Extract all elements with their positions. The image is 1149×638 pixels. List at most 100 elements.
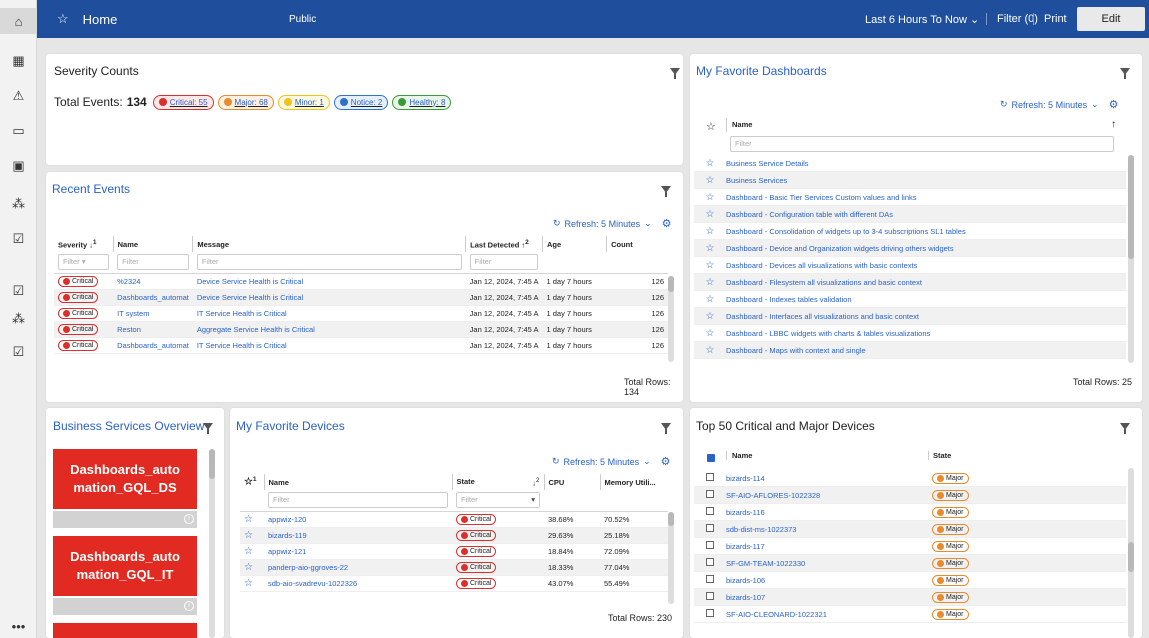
star-icon[interactable]: ☆ [694,226,726,237]
list-item[interactable]: ☆ Dashboard - Consolidation of widgets up… [694,223,1126,240]
list-item[interactable]: ☆ Dashboard - Configuration table with di… [694,206,1126,223]
column-header-message[interactable]: Message [192,236,466,252]
dashboard-link[interactable]: Dashboard - Basic Tier Services Custom v… [726,193,917,202]
hierarchy-icon[interactable]: ⁂ [0,193,37,215]
name-cell[interactable]: appwiz-120 [264,511,452,528]
device-link[interactable]: sdb-dist-ms-1022373 [726,525,932,534]
home-breadcrumb[interactable]: ☆ Home [57,11,117,27]
row-checkbox[interactable] [706,490,714,498]
column-header-state[interactable]: State ↓2 [451,474,544,490]
list-item[interactable]: ☆ Dashboard - Indexes tables validation [694,291,1126,308]
print-button[interactable]: Print [1033,13,1067,25]
scrollbar[interactable] [668,512,674,604]
star-icon[interactable]: ☆ [694,175,726,186]
last-detected-filter-input[interactable]: Filter [469,254,539,271]
select-all-checkbox[interactable] [707,454,715,462]
message-cell[interactable]: Device Service Health is Critical [192,289,466,306]
row-checkbox[interactable] [706,507,714,515]
briefcase-icon[interactable]: ▣ [0,155,37,177]
column-header-memory[interactable]: Memory Utili... [599,474,668,490]
table-row[interactable]: ☆ panderp-aio-ggroves-22 Critical 18.33% 77.… [240,559,668,576]
widget-title[interactable]: Recent Events [52,182,130,196]
device-link[interactable]: bizards-116 [726,508,932,517]
name-filter-input[interactable]: Filter [268,492,448,509]
dashboard-link[interactable]: Dashboard - Indexes tables validation [726,295,852,304]
table-row[interactable]: ☆ sdb-aio-svadrevu-1022326 Critical 43.07% 5… [240,575,668,592]
device-link[interactable]: bizards-106 [726,576,932,585]
monitor-icon[interactable]: ▭ [0,120,37,142]
star-icon[interactable]: ☆ [694,294,726,305]
widget-title[interactable]: My Favorite Dashboards [696,64,827,78]
widget-title[interactable]: Business Services Overview [53,419,204,433]
row-checkbox[interactable] [706,592,714,600]
filter-icon[interactable] [661,186,671,197]
message-cell[interactable]: Device Service Health is Critical [192,273,466,290]
dashboard-link[interactable]: Dashboard - Configuration table with dif… [726,210,893,219]
severity-pill[interactable]: Notice: 2 [333,94,389,110]
filter-button[interactable]: Filter (0) [986,13,1038,25]
refresh-dropdown[interactable]: ↻ Refresh: 5 Minutes ⌄ ⚙ [552,455,671,468]
name-cell[interactable]: bizards-119 [264,527,452,544]
list-item[interactable]: ☆ Business Service Details [694,155,1126,172]
table-row[interactable]: SF-GM-TEAM-1022330 Major [694,555,1126,572]
edit-button[interactable]: Edit [1077,7,1145,31]
device-link[interactable]: SF-GM-TEAM-1022330 [726,559,932,568]
star-icon[interactable]: ☆ [694,311,726,322]
column-header-name[interactable]: Name [112,236,193,252]
scrollbar-thumb[interactable] [668,276,674,292]
scrollbar-thumb[interactable] [1128,542,1134,572]
refresh-dropdown[interactable]: ↻ Refresh: 5 Minutes ⌄ ⚙ [1000,98,1119,111]
star-icon[interactable]: ☆ [694,192,726,203]
row-checkbox[interactable] [706,558,714,566]
column-header-state[interactable]: State [928,451,1126,460]
name-cell[interactable]: Dashboards_automat [113,289,193,306]
table-row[interactable]: bizards-106 Major [694,572,1126,589]
severity-pill[interactable]: Critical: 55 [152,94,214,110]
star-icon[interactable]: ☆ [57,11,69,27]
scrollbar[interactable] [1128,155,1134,363]
star-icon[interactable]: ☆ [244,514,253,525]
table-row[interactable]: bizards-114 Major [694,470,1126,487]
service-card[interactable]: Dashboards_automation_GQL_IT [53,536,197,596]
column-header-name[interactable]: Name [726,451,928,460]
name-filter-input[interactable]: Filter [730,136,1114,152]
dashboard-link[interactable]: Business Services [726,176,787,185]
name-filter-input[interactable]: Filter [117,254,189,271]
list-item[interactable]: ☆ Dashboard - Interfaces all visualizatio… [694,308,1126,325]
column-header-name[interactable]: Name [263,474,452,490]
clipboard-check-icon[interactable]: ☑ [0,228,37,250]
name-cell[interactable]: appwiz-121 [264,543,452,560]
dashboard-link[interactable]: Dashboard - LBBC widgets with charts & t… [726,329,930,338]
device-link[interactable]: bizards-117 [726,542,932,551]
star-column-header[interactable]: ☆1 [240,474,264,490]
name-cell[interactable]: panderp-aio-ggroves-22 [264,559,452,576]
name-cell[interactable]: Reston [113,321,193,338]
star-icon[interactable]: ☆ [694,209,726,220]
column-header-last-detected[interactable]: Last Detected ↑2 [465,236,543,252]
gear-icon[interactable]: ⚙ [661,455,671,468]
row-checkbox[interactable] [706,524,714,532]
scrollbar-thumb[interactable] [1128,155,1134,259]
scrollbar[interactable] [1128,468,1134,638]
info-icon[interactable]: i [184,601,194,611]
list-item[interactable]: ☆ Dashboard - Device and Organization wid… [694,240,1126,257]
table-row[interactable]: bizards-116 Major [694,504,1126,521]
star-icon[interactable]: ☆ [694,277,726,288]
table-row[interactable]: ☆ appwiz-121 Critical 18.84% 72.09% [240,543,668,560]
list-item[interactable]: ☆ Dashboard - Maps with context and singl… [694,342,1126,359]
name-cell[interactable]: Dashboards_automat [113,337,193,354]
device-link[interactable]: SF-AIO-AFLORES-1022328 [726,491,932,500]
severity-pill[interactable]: Major: 68 [217,94,274,110]
filter-icon[interactable] [1120,423,1130,434]
star-icon[interactable]: ☆ [244,546,253,557]
table-row[interactable]: bizards-117 Major [694,538,1126,555]
grid-icon[interactable]: ▦ [0,50,37,72]
dashboard-link[interactable]: Dashboard - Interfaces all visualization… [726,312,919,321]
star-icon[interactable]: ☆ [694,260,726,271]
refresh-dropdown[interactable]: ↻ Refresh: 5 Minutes ⌄ ⚙ [553,217,672,230]
message-cell[interactable]: Aggregate Service Health is Critical [192,321,466,338]
state-filter-select[interactable]: Filter ▾ [456,492,540,509]
table-row[interactable]: Critical %2324 Device Service Health is Cr… [54,273,668,290]
scrollbar[interactable] [668,276,674,362]
device-link[interactable]: SF-AIO-CLEONARD-1022321 [726,610,932,619]
